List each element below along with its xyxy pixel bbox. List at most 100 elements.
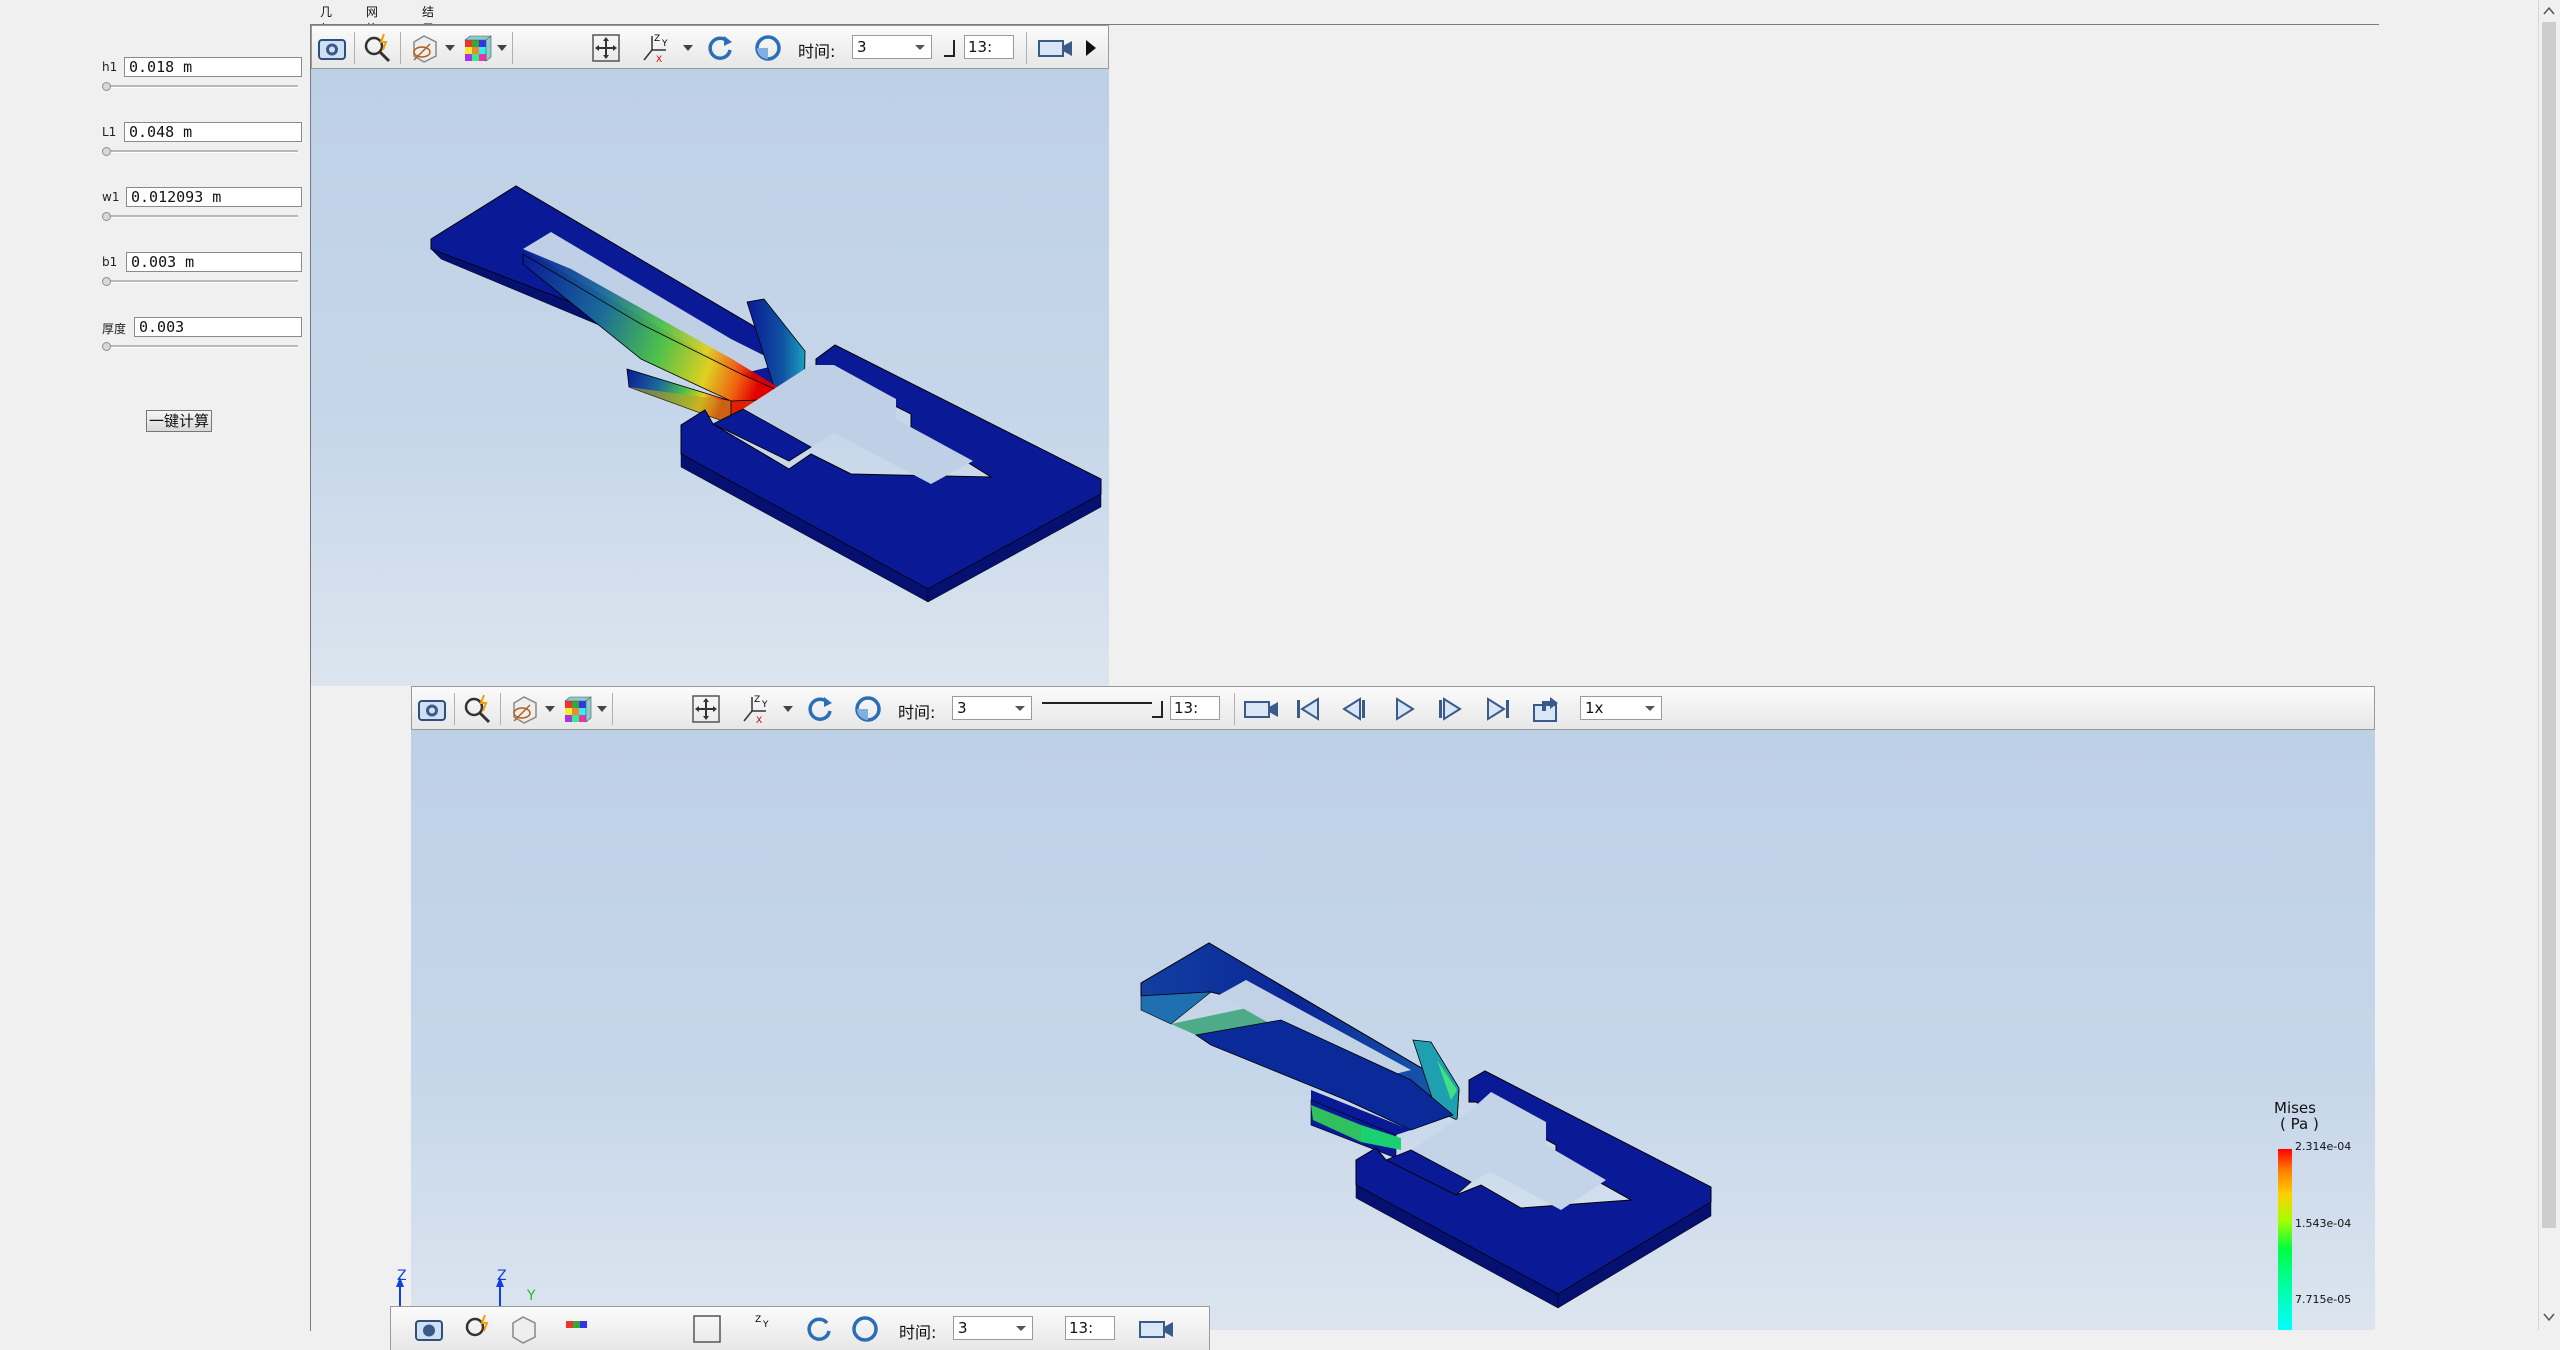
time-label: 时间: [798, 42, 836, 61]
play-icon[interactable] [1388, 693, 1420, 725]
colormap-icon[interactable] [561, 1313, 593, 1345]
fit-icon[interactable] [590, 32, 622, 64]
first-frame-icon[interactable] [1292, 693, 1324, 725]
legend-color-bar [2278, 1149, 2292, 1330]
svg-text:Y: Y [761, 700, 768, 710]
legend-low: 7.715e-05 [2295, 1293, 2352, 1306]
camera-icon[interactable] [413, 1313, 445, 1345]
clip-dropdown-icon[interactable] [445, 45, 455, 51]
svg-text:X: X [656, 55, 662, 64]
overflow-icon[interactable] [1084, 32, 1102, 64]
legend-mid: 1.543e-04 [2295, 1217, 2352, 1230]
param-label-l1: L1 [102, 125, 117, 139]
stress-contour-view [1140, 942, 1712, 1309]
axes-icon[interactable]: ZY [741, 1313, 773, 1345]
colormap-dropdown-icon[interactable] [497, 45, 507, 51]
slider-b1-track[interactable] [104, 280, 298, 283]
calculate-button[interactable]: 一键计算 [146, 410, 212, 432]
zoom-icon[interactable] [362, 32, 394, 64]
record-icon[interactable] [1242, 693, 1282, 725]
axis-z-label-2: Z [497, 1268, 507, 1284]
clip-icon[interactable] [508, 693, 540, 725]
svg-text:Z: Z [754, 695, 760, 705]
slider-thickness-track[interactable] [104, 345, 298, 348]
export-icon[interactable] [1530, 693, 1562, 725]
last-frame-icon[interactable] [1482, 693, 1514, 725]
bottom-3d-viewport[interactable]: Mises ( Pa ) 2.314e-04 1.543e-04 7.715e-… [411, 730, 2375, 1330]
colormap-dropdown-icon[interactable] [597, 706, 607, 712]
axes-icon[interactable]: Z YX [640, 32, 672, 64]
rotate-icon[interactable] [803, 1313, 835, 1345]
colormap-icon[interactable] [560, 693, 592, 725]
next-frame-icon[interactable] [1434, 693, 1466, 725]
svg-text:Y: Y [762, 1320, 769, 1330]
param-label-b1: b1 [102, 255, 118, 269]
slider-l1-handle[interactable] [102, 147, 111, 156]
axes-dropdown-icon[interactable] [683, 45, 693, 51]
top-viewer-toolbar: ZYX 时间: 3 13: [311, 25, 1109, 69]
reset-rotate-icon[interactable] [852, 693, 884, 725]
legend-unit: ( Pa ) [2280, 1115, 2319, 1133]
param-label-thickness: 厚度 [102, 322, 127, 336]
param-label-w1: w1 [102, 190, 120, 204]
playback-speed-select[interactable]: 1x [1580, 696, 1662, 720]
prev-frame-icon[interactable] [1338, 693, 1370, 725]
param-input-b1[interactable]: 0.003 m [126, 252, 302, 272]
rotate-icon[interactable] [704, 32, 736, 64]
param-input-w1[interactable]: 0.012093 m [126, 187, 302, 207]
axis-y-label: Y [527, 1288, 536, 1304]
zoom-icon[interactable] [462, 693, 494, 725]
svg-text:Z: Z [654, 34, 660, 44]
timeline-slider[interactable] [1042, 702, 1152, 704]
param-label-h1: h1 [102, 60, 118, 74]
time-label: 时间: [898, 703, 936, 722]
slider-b1-handle[interactable] [102, 277, 111, 286]
bottom-viewer-toolbar: ZYX 时间: 3 13: 1x [411, 686, 2375, 730]
reset-rotate-icon[interactable] [752, 32, 784, 64]
slider-h1-handle[interactable] [102, 82, 111, 91]
scroll-up-icon[interactable] [2543, 6, 2555, 16]
top-3d-viewport[interactable] [311, 69, 1109, 686]
svg-text:X: X [756, 716, 762, 725]
record-icon[interactable] [1036, 32, 1076, 64]
third-viewer-toolbar: ZY 时间: 3 13: [390, 1306, 1210, 1350]
legend-max: 2.314e-04 [2295, 1140, 2352, 1153]
clip-dropdown-icon[interactable] [545, 706, 555, 712]
slider-thickness-handle[interactable] [102, 342, 111, 351]
timeline-end-icon [1152, 701, 1163, 718]
time-select[interactable]: 3 [852, 35, 932, 59]
svg-text:Y: Y [661, 39, 668, 49]
param-input-h1[interactable]: 0.018 m [124, 57, 302, 77]
record-icon[interactable] [1137, 1313, 1177, 1345]
svg-text:Z: Z [755, 1315, 761, 1325]
fit-icon[interactable] [691, 1313, 723, 1345]
zoom-icon[interactable] [463, 1313, 495, 1345]
deformed-mesh-view [430, 185, 1102, 603]
colormap-icon[interactable] [460, 32, 492, 64]
scroll-down-icon[interactable] [2543, 1312, 2555, 1322]
fit-icon[interactable] [690, 693, 722, 725]
param-input-l1[interactable]: 0.048 m [124, 122, 302, 142]
time-label: 时间: [899, 1323, 937, 1342]
slider-h1-track[interactable] [104, 85, 298, 88]
axes-dropdown-icon[interactable] [783, 706, 793, 712]
slider-w1-handle[interactable] [102, 212, 111, 221]
frame-spinbox[interactable]: 13: [1170, 696, 1220, 720]
vertical-scrollbar[interactable] [2538, 0, 2559, 1330]
frame-spinbox[interactable]: 13: [964, 35, 1014, 59]
timeline-slider-icon[interactable] [942, 38, 956, 58]
clip-icon[interactable] [507, 1313, 539, 1345]
clip-icon[interactable] [408, 32, 440, 64]
rotate-icon[interactable] [804, 693, 836, 725]
axes-icon[interactable]: Z YX [740, 693, 772, 725]
slider-l1-track[interactable] [104, 150, 298, 153]
frame-spinbox[interactable]: 13: [1065, 1316, 1115, 1340]
reset-rotate-icon[interactable] [849, 1313, 881, 1345]
time-select[interactable]: 3 [953, 1316, 1033, 1340]
camera-icon[interactable] [416, 693, 448, 725]
scrollbar-thumb[interactable] [2542, 22, 2556, 1228]
param-input-thickness[interactable]: 0.003 [134, 317, 302, 337]
slider-w1-track[interactable] [104, 215, 298, 218]
camera-icon[interactable] [316, 32, 348, 64]
time-select[interactable]: 3 [952, 696, 1032, 720]
